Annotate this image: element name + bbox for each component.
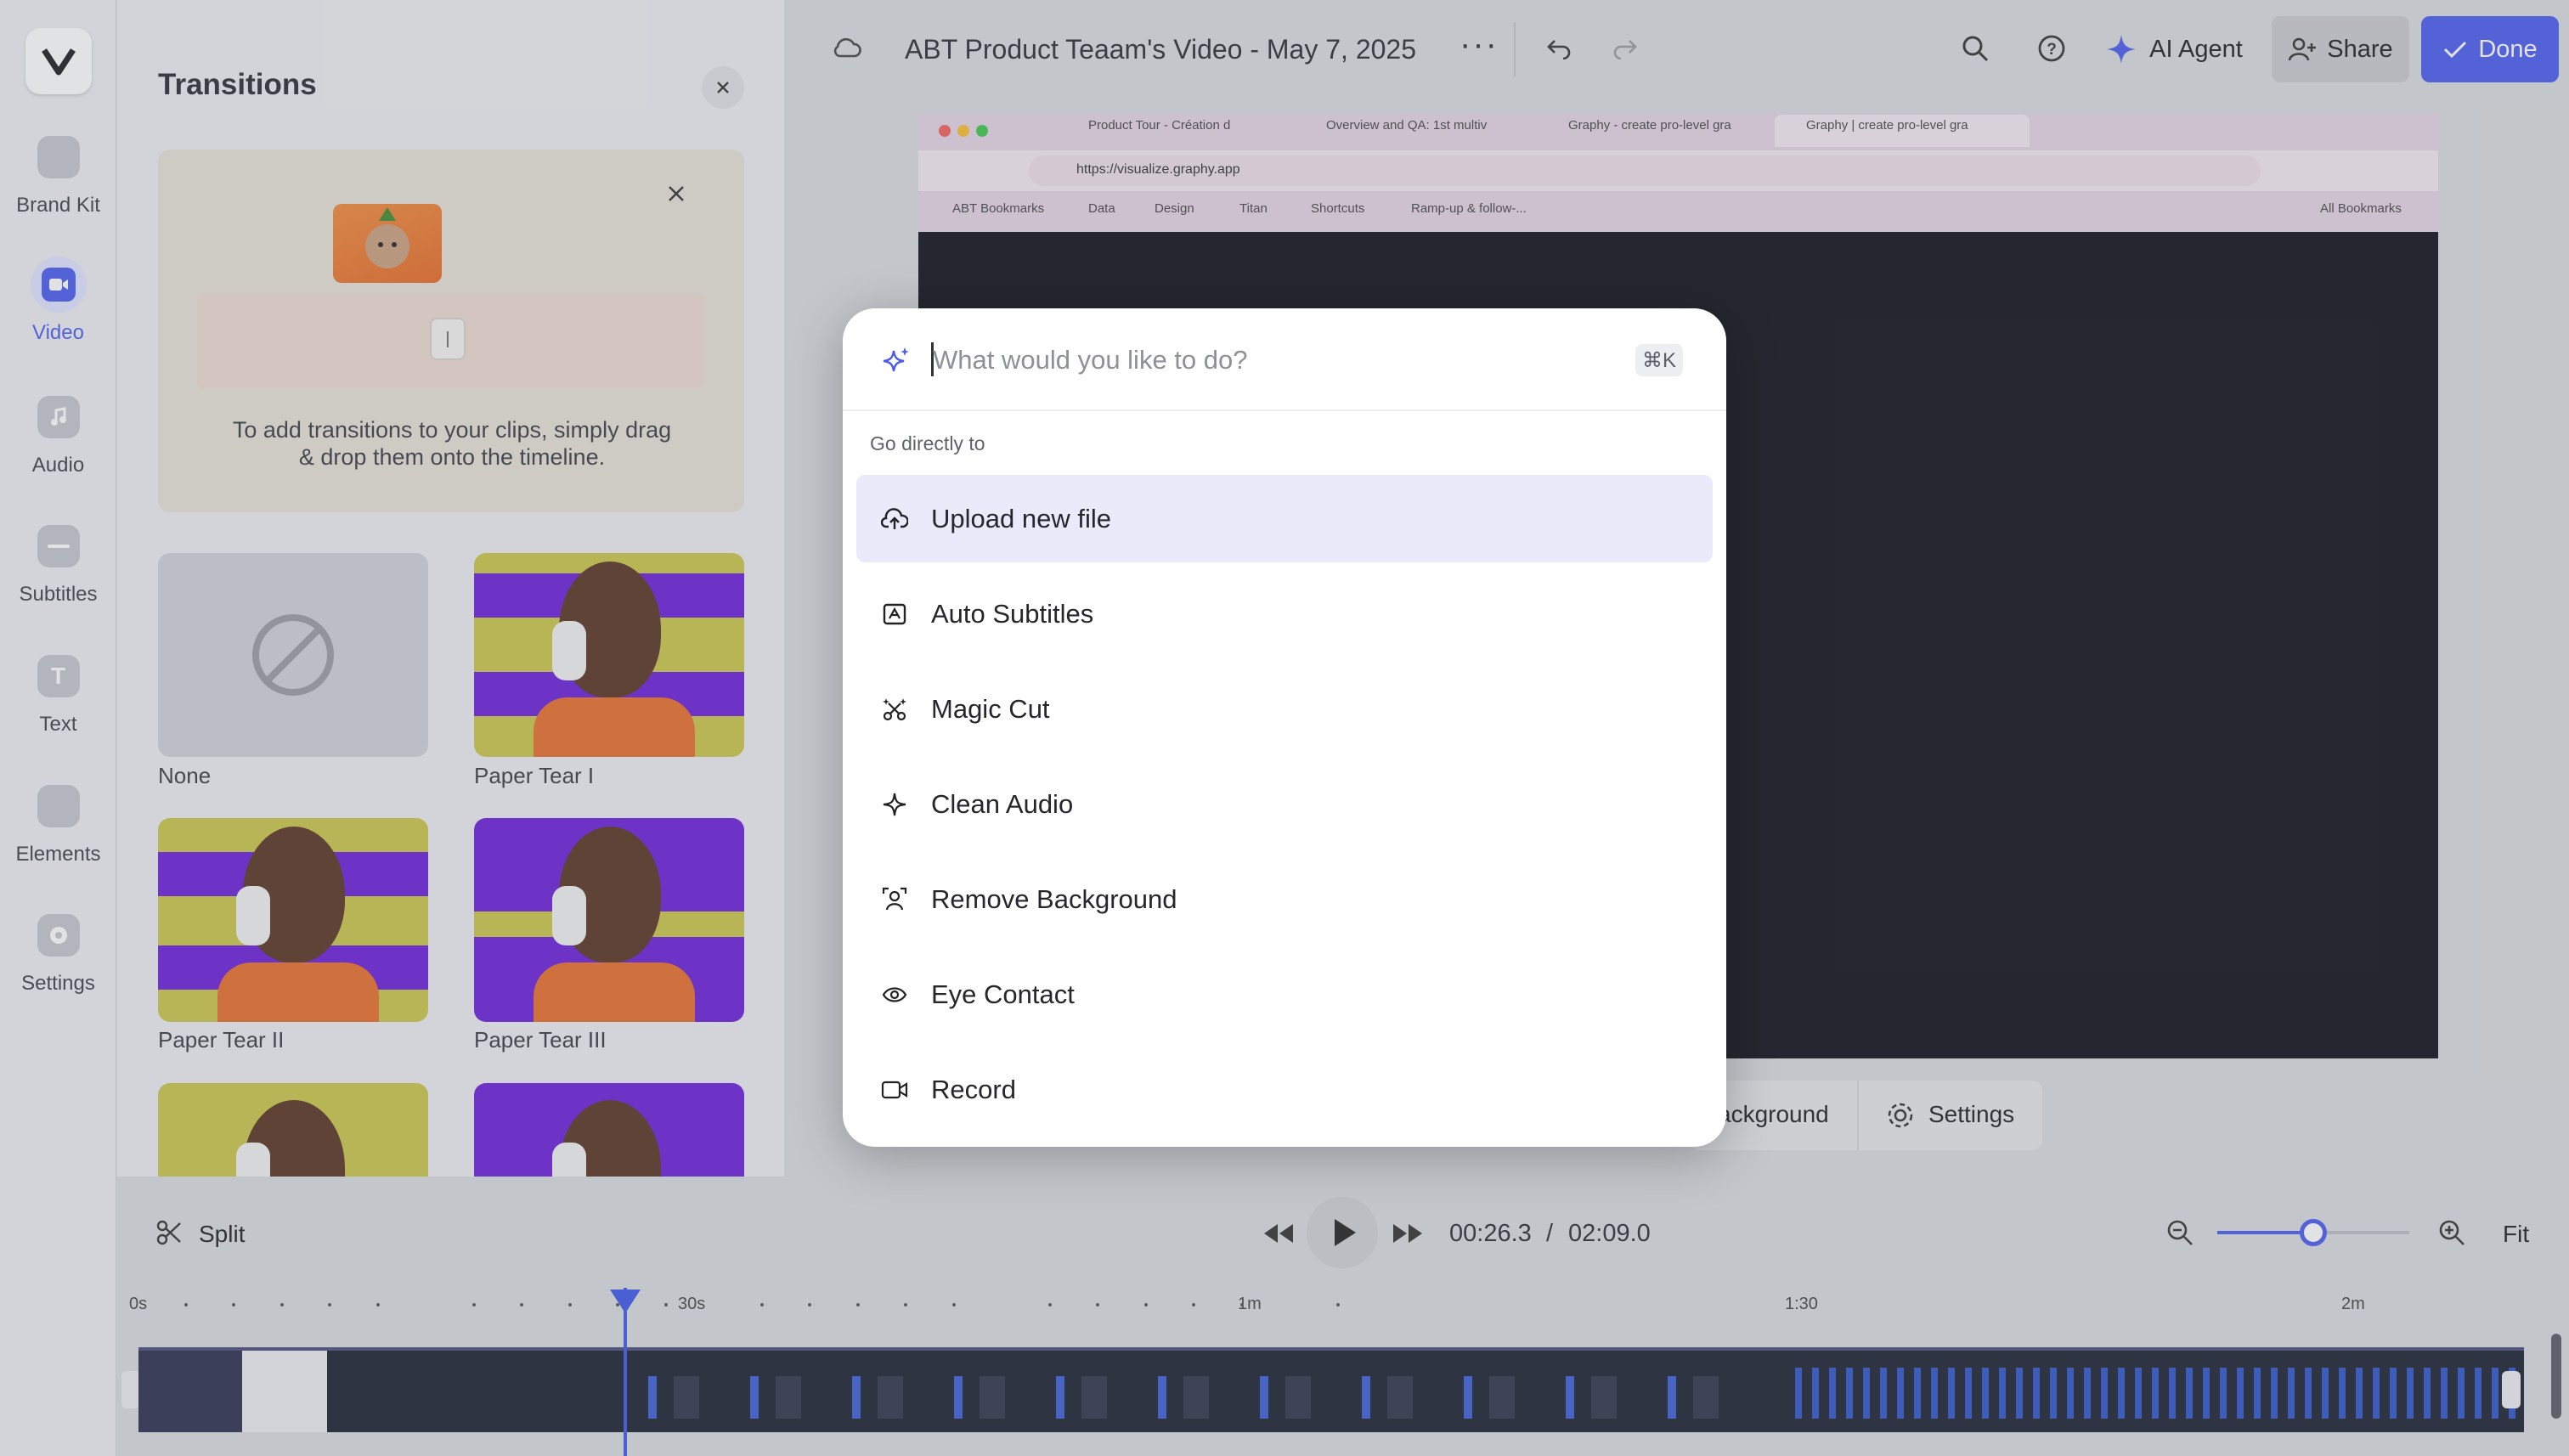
subtitles-icon xyxy=(880,600,909,629)
shortcut-badge: ⌘K xyxy=(1635,344,1683,376)
command-upload-new-file[interactable]: Upload new file xyxy=(856,475,1713,562)
command-label: Record xyxy=(931,1074,1016,1104)
command-search-row: ⌘K xyxy=(843,308,1726,411)
command-eye-contact[interactable]: Eye Contact xyxy=(856,951,1713,1038)
command-label: Clean Audio xyxy=(931,788,1074,819)
video-camera-icon xyxy=(880,1075,909,1104)
magic-cut-icon xyxy=(880,695,909,724)
command-label: Upload new file xyxy=(931,503,1111,533)
command-record[interactable]: Record xyxy=(856,1046,1713,1133)
command-magic-cut[interactable]: Magic Cut xyxy=(856,665,1713,753)
command-label: Auto Subtitles xyxy=(931,598,1094,629)
command-palette: ⌘K Go directly to Upload new file Auto S… xyxy=(843,308,1726,1147)
command-label: Remove Background xyxy=(931,883,1177,914)
sparkle-icon xyxy=(880,790,909,819)
command-label: Eye Contact xyxy=(931,979,1075,1009)
command-clean-audio[interactable]: Clean Audio xyxy=(856,760,1713,848)
eye-icon xyxy=(880,980,909,1009)
command-label: Magic Cut xyxy=(931,693,1050,724)
command-search-input[interactable] xyxy=(931,339,1611,381)
cloud-upload-icon xyxy=(880,505,909,533)
section-heading: Go directly to xyxy=(870,432,985,454)
ai-sparkle-icon xyxy=(883,347,909,372)
command-remove-background[interactable]: Remove Background xyxy=(856,855,1713,943)
command-auto-subtitles[interactable]: Auto Subtitles xyxy=(856,570,1713,657)
remove-background-icon xyxy=(880,885,909,914)
